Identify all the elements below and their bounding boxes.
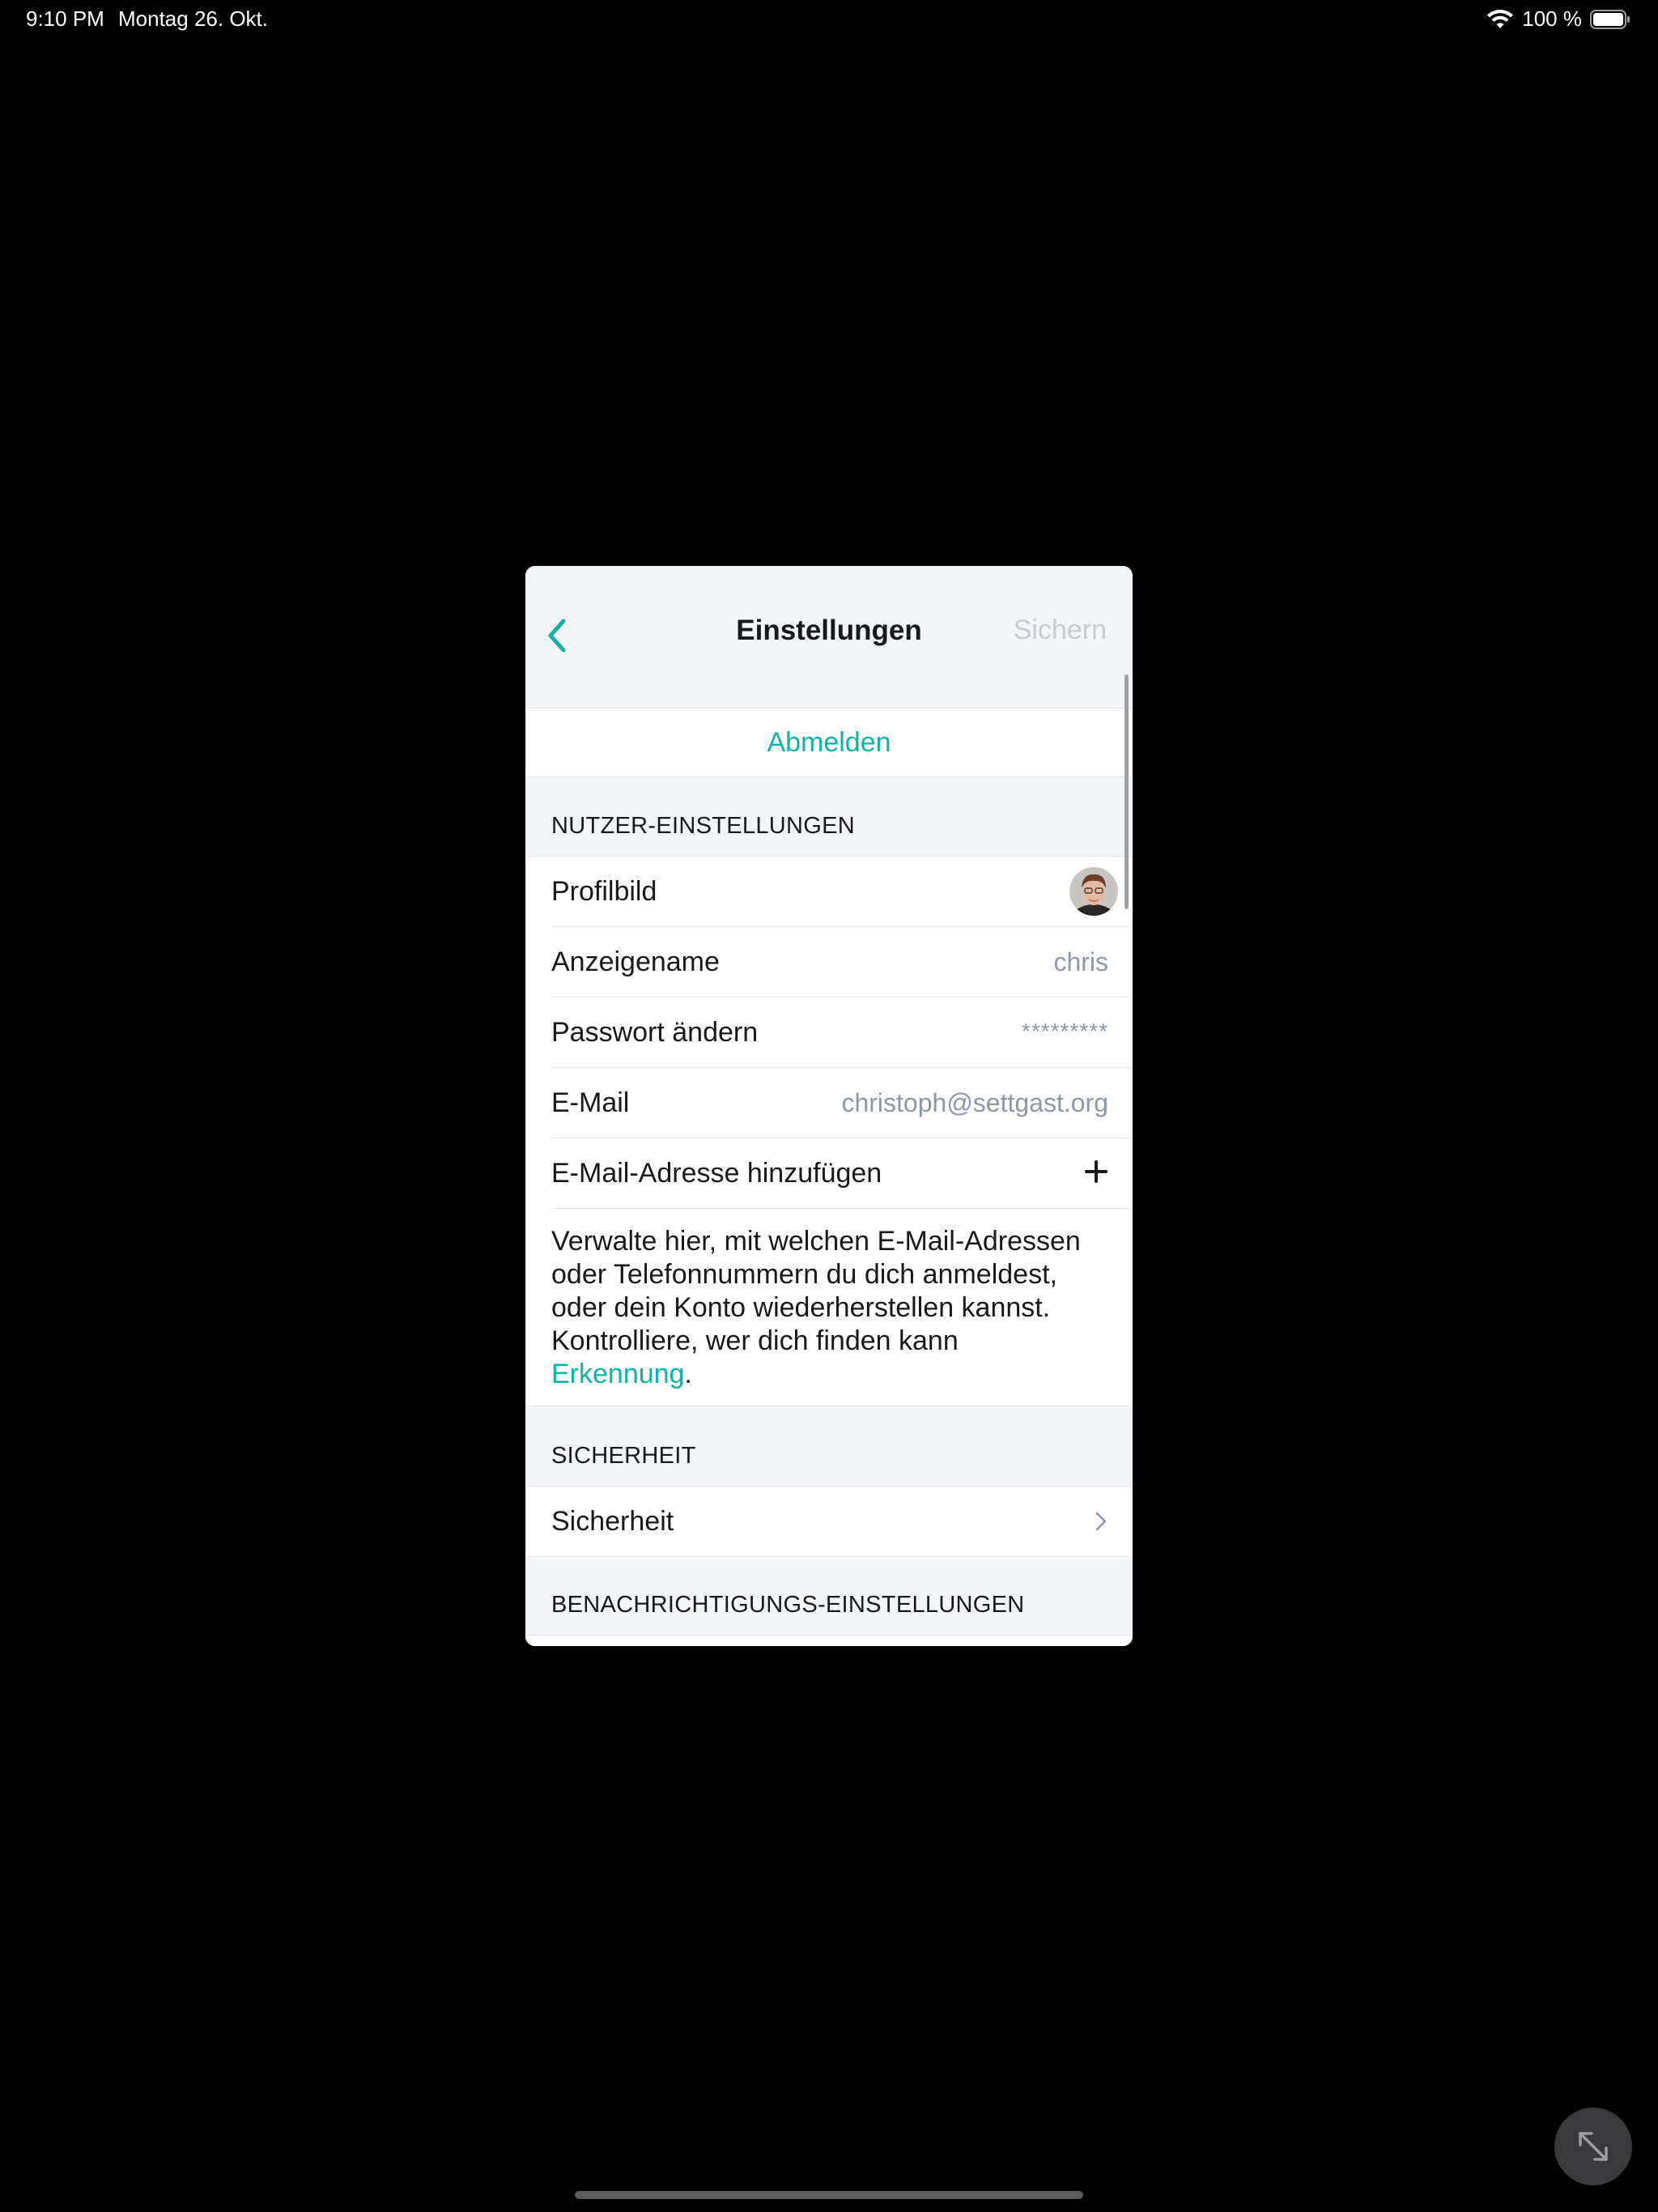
navigation-bar: Einstellungen Sichern (525, 566, 1133, 708)
battery-percentage: 100 % (1522, 6, 1582, 31)
notifications-list (525, 1635, 1133, 1646)
wifi-icon (1487, 9, 1514, 28)
email-value: christoph@settgast.org (841, 1087, 1108, 1117)
settings-modal: Einstellungen Sichern Abmelden NUTZER-EI… (525, 566, 1133, 1646)
home-indicator[interactable] (575, 2191, 1083, 2199)
security-list: Sicherheit (525, 1486, 1133, 1557)
display-name-value: chris (1053, 946, 1108, 976)
profile-picture-row[interactable]: Profilbild (551, 857, 1133, 927)
change-password-label: Passwort ändern (551, 1016, 759, 1048)
status-indicators: 100 % (1486, 6, 1630, 32)
chevron-right-icon (1095, 1512, 1107, 1531)
discovery-link[interactable]: Erkennung (551, 1359, 684, 1389)
status-bar: 9:10 PM Montag 26. Okt. 100 % (0, 0, 1658, 39)
add-email-row[interactable]: E-Mail-Adresse hinzufügen (551, 1138, 1133, 1209)
security-label: Sicherheit (551, 1505, 674, 1537)
security-row[interactable]: Sicherheit (551, 1487, 1133, 1556)
battery-icon (1590, 9, 1630, 29)
profile-picture-label: Profilbild (551, 875, 657, 907)
email-help-text: Verwalte hier, mit welchen E-Mail-Adress… (551, 1209, 1133, 1406)
section-header-notifications: BENACHRICHTIGUNGS-EINSTELLUNGEN (551, 1592, 1025, 1618)
help-text-end: . (684, 1359, 692, 1389)
scrollbar[interactable] (1124, 674, 1129, 909)
status-date: Montag 26. Okt. (118, 6, 268, 31)
logout-button[interactable]: Abmelden (525, 708, 1133, 777)
expand-button[interactable] (1554, 2108, 1632, 2185)
add-email-label: E-Mail-Adresse hinzufügen (551, 1157, 882, 1189)
display-name-row[interactable]: Anzeigename chris (551, 927, 1133, 998)
email-label: E-Mail (551, 1087, 630, 1118)
status-time: 9:10 PM (26, 6, 104, 31)
help-text-body: Verwalte hier, mit welchen E-Mail-Adress… (551, 1226, 1081, 1356)
section-header-security: SICHERHEIT (551, 1443, 696, 1469)
expand-arrows-icon (1579, 2132, 1608, 2161)
avatar[interactable] (1069, 867, 1118, 916)
email-row[interactable]: E-Mail christoph@settgast.org (551, 1068, 1133, 1138)
user-settings-list: Profilbild Anzeigename chris Passwort än… (525, 856, 1133, 1406)
avatar-image (1069, 867, 1118, 916)
plus-icon[interactable] (1084, 1159, 1108, 1184)
display-name-label: Anzeigename (551, 946, 720, 977)
section-header-user-settings: NUTZER-EINSTELLUNGEN (551, 813, 855, 839)
password-value: ********* (1021, 1019, 1108, 1044)
change-password-row[interactable]: Passwort ändern ********* (551, 998, 1133, 1068)
save-button[interactable]: Sichern (1014, 615, 1107, 646)
